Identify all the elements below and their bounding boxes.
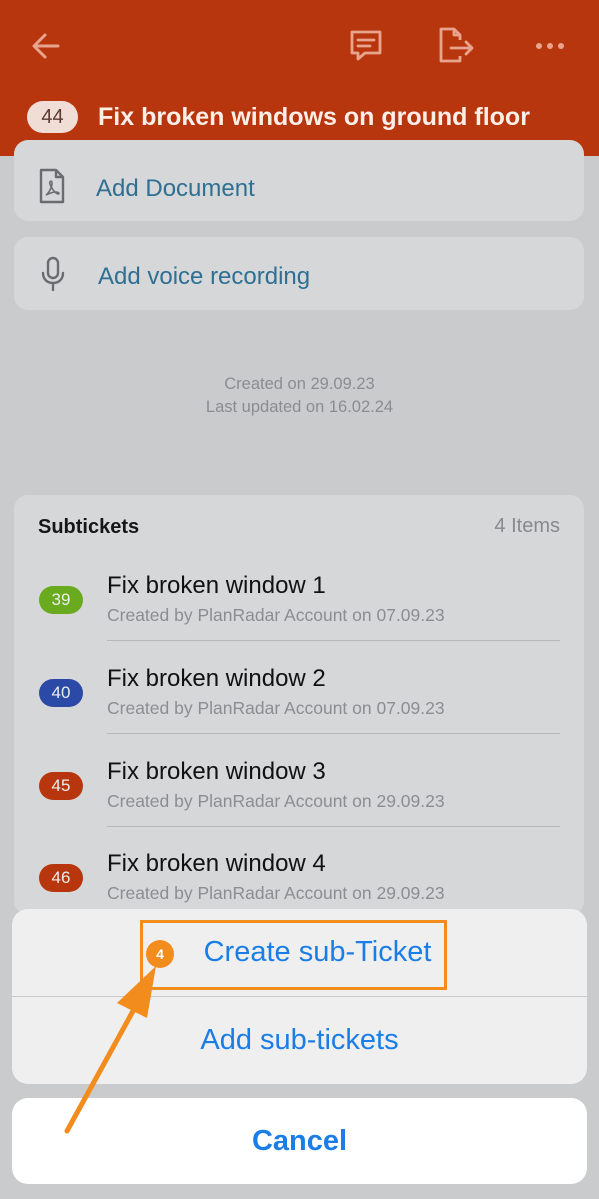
cancel-button[interactable]: Cancel [12, 1098, 587, 1184]
subtickets-title: Subtickets [38, 516, 140, 538]
step-number-badge: 4 [146, 940, 174, 968]
subticket-row[interactable]: 39 Fix broken window 1 Created by PlanRa… [14, 548, 584, 641]
subticket-number-badge: 46 [39, 864, 83, 892]
subticket-number-badge: 45 [39, 772, 83, 800]
subticket-subtitle: Created by PlanRadar Account on 07.09.23 [107, 698, 445, 718]
ticket-title-row: 44 Fix broken windows on ground floor [27, 101, 530, 133]
subticket-row[interactable]: 40 Fix broken window 2 Created by PlanRa… [14, 641, 584, 734]
subticket-row[interactable]: 46 Fix broken window 4 Created by PlanRa… [14, 826, 584, 919]
subticket-title: Fix broken window 1 [107, 572, 326, 599]
ticket-title: Fix broken windows on ground floor [98, 102, 530, 131]
updated-date: Last updated on 16.02.24 [205, 398, 394, 416]
ticket-header: 44 Fix broken windows on ground floor [0, 0, 599, 156]
created-date: Created on 29.09.23 [224, 375, 375, 393]
subtickets-count: 4 Items [494, 515, 560, 537]
microphone-icon [40, 256, 66, 297]
subticket-title: Fix broken window 2 [107, 665, 326, 692]
subticket-title: Fix broken window 4 [107, 850, 326, 877]
subticket-row[interactable]: 45 Fix broken window 3 Created by PlanRa… [14, 734, 584, 827]
subticket-number-badge: 39 [39, 586, 83, 614]
add-document-label: Add Document [96, 174, 255, 202]
add-sub-tickets-label: Add sub-tickets [200, 1024, 399, 1056]
add-document-card[interactable]: Add Document [14, 140, 584, 221]
subticket-subtitle: Created by PlanRadar Account on 29.09.23 [107, 883, 445, 903]
comment-icon[interactable] [344, 24, 388, 68]
subticket-subtitle: Created by PlanRadar Account on 29.09.23 [107, 791, 445, 811]
export-icon[interactable] [434, 24, 478, 68]
more-icon[interactable] [528, 24, 572, 68]
add-voice-recording-card[interactable]: Add voice recording [14, 237, 584, 310]
pdf-document-icon [38, 168, 66, 209]
subtickets-card: Subtickets 4 Items 39 Fix broken window … [14, 495, 584, 915]
subticket-subtitle: Created by PlanRadar Account on 07.09.23 [107, 605, 445, 625]
add-sub-tickets-button[interactable]: Add sub-tickets [12, 997, 587, 1084]
subticket-number-badge: 40 [39, 679, 83, 707]
add-voice-recording-label: Add voice recording [98, 262, 311, 290]
subticket-title: Fix broken window 3 [107, 758, 326, 785]
back-arrow-icon[interactable] [24, 24, 68, 68]
highlight-box [140, 920, 447, 990]
ticket-number-badge: 44 [27, 101, 78, 133]
